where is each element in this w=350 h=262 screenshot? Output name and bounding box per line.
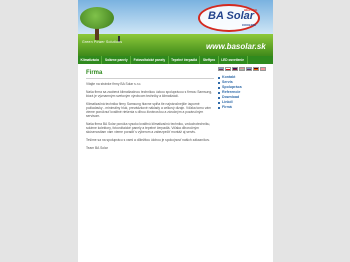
main-nav: Klimatizácia Solárne panely Fotovoltaick… [78,56,273,64]
side-menu: Kontakt Servis Spolupráca Referencie Dow… [218,75,270,110]
bullet-icon [218,86,220,89]
nav-item-fotovoltaicke-panely[interactable]: Fotovoltaické panely [131,56,169,64]
logo[interactable]: HEATING BA Solar COOLING [198,4,260,32]
content-paragraph: Naša firma sa zaoberá klimatizačnou tech… [86,89,213,98]
bullet-icon [218,76,220,79]
nav-item-steffpro[interactable]: Steffpro [200,56,219,64]
side-menu-label: Firmá [222,105,232,109]
content-paragraph: Naša firma BA Solar ponúka vysoko kvalit… [86,121,211,135]
sidebar: Kontakt Servis Spolupráca Referencie Dow… [218,67,270,110]
nav-item-led-osvetlenie[interactable]: LED osvetlenie [219,56,248,64]
main-content: Firma Vitajte na stránke firmy BA Solar … [86,70,214,153]
nav-item-solarne-panely[interactable]: Solárne panely [102,56,132,64]
de-flag-icon[interactable] [253,67,259,71]
content-paragraph: Vitajte na stránke firmy BA Solar s.r.o. [86,82,142,86]
header-tagline: Green Power Solutions [82,40,123,44]
signature-text: Team BA Solar [86,145,108,150]
tree-icon [80,7,114,29]
logo-bottom-word: COOLING [242,23,256,27]
logo-text: BA Solar [208,10,255,22]
nav-item-klimatizacia[interactable]: Klimatizácia [78,56,103,64]
page-container: Green Power Solutions HEATING BA Solar C… [78,0,273,262]
bullet-icon [218,81,220,84]
sk-flag-icon[interactable] [218,67,224,71]
bullet-icon [218,101,220,104]
cz-flag-icon[interactable] [225,67,231,71]
bullet-icon [218,106,220,109]
content-paragraph: Tešíme sa na spoluprácu s vami a dôležit… [86,138,210,143]
bullet-icon [218,91,220,94]
nav-item-tepelne-cerpadla[interactable]: Tepelné čerpadlá [169,56,201,64]
bullet-icon [218,96,220,99]
header-banner: Green Power Solutions HEATING BA Solar C… [78,0,273,56]
content-paragraph: Klimatizačná technika firmy Samsung hlav… [86,101,211,119]
uk-flag-icon[interactable] [232,67,238,71]
site-url: www.basolar.sk [206,42,266,51]
language-flags [218,67,270,71]
divider [86,78,214,79]
at-flag-icon[interactable] [260,67,266,71]
hu-flag-icon[interactable] [239,67,245,71]
side-menu-item-firma[interactable]: Firmá [218,105,270,110]
page-title: Firma [86,70,103,76]
ru-flag-icon[interactable] [246,67,252,71]
